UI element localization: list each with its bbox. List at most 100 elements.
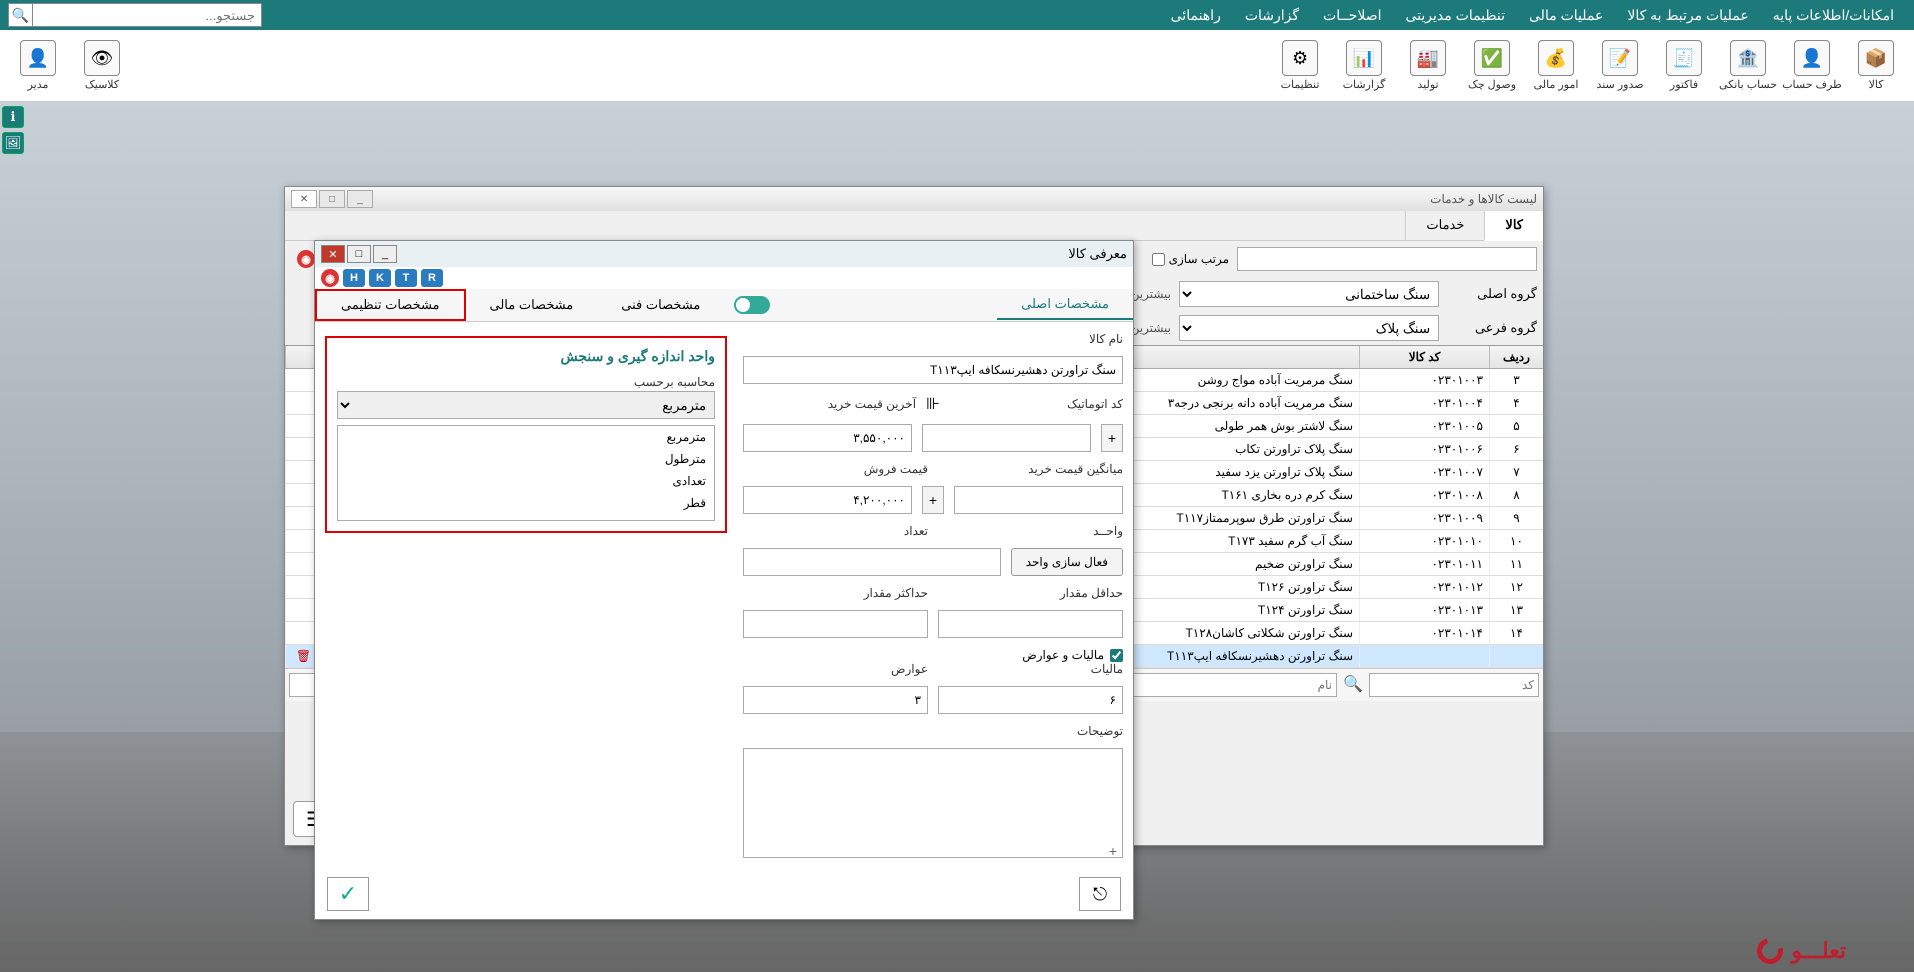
menu-base[interactable]: امکانات/اطلاعات پایه	[1761, 0, 1906, 30]
autocode-input[interactable]	[922, 424, 1091, 452]
unit-list[interactable]: مترمربع مترطول تعدادی قطر	[337, 425, 715, 521]
unit-section: واحد اندازه گیری و سنجش محاسبه برحسب متر…	[325, 336, 727, 533]
tab-main-specs[interactable]: مشخصات اصلی	[997, 290, 1133, 320]
tax-check-label: مالیات و عوارض	[1022, 648, 1104, 662]
tb-finance[interactable]: 💰امور مالی	[1526, 35, 1586, 97]
tb-production[interactable]: 🏭تولید	[1398, 35, 1458, 97]
activate-unit-button[interactable]: فعال سازی واحد	[1011, 548, 1123, 576]
barcode-icon[interactable]: ⊪	[926, 394, 940, 414]
tb-admin[interactable]: 👤مدیر	[8, 35, 68, 97]
close-button[interactable]: ✕	[291, 190, 317, 208]
detail-badge-logo-icon[interactable]: ◉	[321, 269, 339, 287]
detail-maximize[interactable]: □	[347, 245, 371, 263]
tb-settings[interactable]: ⚙تنظیمات	[1270, 35, 1330, 97]
menu-corrections[interactable]: اصلاحــات	[1311, 0, 1393, 30]
app-logo: تعلـــو	[1757, 938, 1846, 964]
tab-goods[interactable]: کالا	[1484, 211, 1543, 241]
name-label: نام کالا	[743, 332, 1123, 346]
tab-fin-specs[interactable]: مشخصات مالی	[466, 291, 598, 319]
factory-icon: 🏭	[1410, 40, 1446, 76]
detail-badge-k[interactable]: K	[369, 269, 391, 287]
tax-input[interactable]	[938, 686, 1123, 714]
avgbuy-input[interactable]	[954, 486, 1123, 514]
tab-services[interactable]: خدمات	[1405, 211, 1484, 240]
active-toggle[interactable]	[734, 296, 770, 314]
menu-help[interactable]: راهنمائی	[1159, 0, 1233, 30]
menu-finance-ops[interactable]: عملیات مالی	[1517, 0, 1615, 30]
tb-invoice[interactable]: 🧾فاکتور	[1654, 35, 1714, 97]
row-code: ۰۲۳۰۱۰۱۳	[1359, 599, 1489, 621]
receipt-icon: 🧾	[1666, 40, 1702, 76]
sellprice-input[interactable]	[743, 486, 912, 514]
menu-reports[interactable]: گزارشات	[1233, 0, 1311, 30]
tb-cheque[interactable]: ✅وصول چک	[1462, 35, 1522, 97]
tb-bank[interactable]: 🏦حساب بانکی	[1718, 35, 1778, 97]
detail-badge-t[interactable]: T	[395, 269, 417, 287]
unit-option-0[interactable]: مترمربع	[338, 426, 714, 448]
unit-label: واحــد	[938, 524, 1123, 538]
detail-close[interactable]: ✕	[321, 245, 345, 263]
unit-section-title: واحد اندازه گیری و سنجش	[337, 348, 715, 365]
min-input[interactable]	[938, 610, 1123, 638]
row-index: ۱۱	[1489, 553, 1543, 575]
avgbuy-label: میانگین قیمت خرید	[938, 462, 1123, 476]
unit-option-1[interactable]: مترطول	[338, 448, 714, 470]
filter-code-input[interactable]	[1369, 673, 1539, 697]
goods-detail-window: معرفی کالا _ □ ✕ ◉ H K T R مشخصات اصلی م…	[314, 240, 1134, 920]
search-input[interactable]	[32, 3, 262, 27]
row-code: ۰۲۳۰۱۰۰۷	[1359, 461, 1489, 483]
logo-ring-icon	[1753, 933, 1789, 969]
main-group-select[interactable]: سنگ ساختمانی	[1179, 281, 1439, 307]
detail-minimize[interactable]: _	[373, 245, 397, 263]
confirm-button[interactable]: ✓	[327, 877, 369, 911]
sort-checkbox-label: مرتب سازی	[1152, 252, 1229, 266]
tb-account[interactable]: 👤طرف حساب	[1782, 35, 1842, 97]
search-icon[interactable]: 🔍	[8, 3, 32, 27]
desc-plus-icon[interactable]: +	[1109, 843, 1117, 859]
tb-voucher[interactable]: 📝صدور سند	[1590, 35, 1650, 97]
row-index	[1489, 645, 1543, 667]
unit-option-3[interactable]: قطر	[338, 492, 714, 514]
sub-group-select[interactable]: سنگ پلاک	[1179, 315, 1439, 341]
badge-logo-icon[interactable]: ◉	[297, 250, 315, 268]
gear-icon: ⚙	[1282, 40, 1318, 76]
unit-option-2[interactable]: تعدادی	[338, 470, 714, 492]
tb-reports[interactable]: 📊گزارشات	[1334, 35, 1394, 97]
detail-badge-r[interactable]: R	[421, 269, 443, 287]
menu-mgmt[interactable]: تنظیمات مدیریتی	[1393, 0, 1517, 30]
check-icon: ✅	[1474, 40, 1510, 76]
autocode-plus[interactable]: +	[1101, 424, 1123, 452]
col-row[interactable]: ردیف	[1489, 346, 1543, 368]
goods-name-input[interactable]	[743, 356, 1123, 384]
tax-label: مالیات	[938, 662, 1123, 676]
tb-goods[interactable]: 📦کالا	[1846, 35, 1906, 97]
menu-goods-ops[interactable]: عملیات مرتبط به کالا	[1615, 0, 1760, 30]
tb-classic[interactable]: 👁کلاسیک	[72, 35, 132, 97]
tab-cfg-specs[interactable]: مشخصات تنظیمی	[315, 289, 466, 321]
count-input[interactable]	[743, 548, 1001, 576]
desc-textarea[interactable]	[743, 748, 1123, 858]
duty-input[interactable]	[743, 686, 928, 714]
lastbuy-input[interactable]	[743, 424, 912, 452]
side-image-icon[interactable]: 🖼	[2, 132, 24, 154]
tab-tech-specs[interactable]: مشخصات فنی	[597, 291, 724, 319]
tax-checkbox[interactable]	[1110, 649, 1123, 662]
exit-button[interactable]: ⎋	[1079, 877, 1121, 911]
col-code[interactable]: کد کالا	[1359, 346, 1489, 368]
max-input[interactable]	[743, 610, 928, 638]
sort-checkbox[interactable]	[1152, 253, 1165, 266]
sub-group-label: گروه فرعی	[1447, 320, 1537, 336]
sellprice-plus[interactable]: +	[922, 486, 944, 514]
maximize-button[interactable]: □	[319, 190, 345, 208]
detail-badge-h[interactable]: H	[343, 269, 365, 287]
row-index: ۳	[1489, 369, 1543, 391]
row-code: ۰۲۳۰۱۰۱۱	[1359, 553, 1489, 575]
sort-input[interactable]	[1237, 247, 1537, 271]
admin-icon: 👤	[20, 40, 56, 76]
unit-select[interactable]: مترمربع	[337, 391, 715, 419]
note-icon: 📝	[1602, 40, 1638, 76]
row-index: ۵	[1489, 415, 1543, 437]
duty-label: عوارض	[743, 662, 928, 676]
side-info-icon[interactable]: ℹ	[2, 106, 24, 128]
minimize-button[interactable]: _	[347, 190, 373, 208]
